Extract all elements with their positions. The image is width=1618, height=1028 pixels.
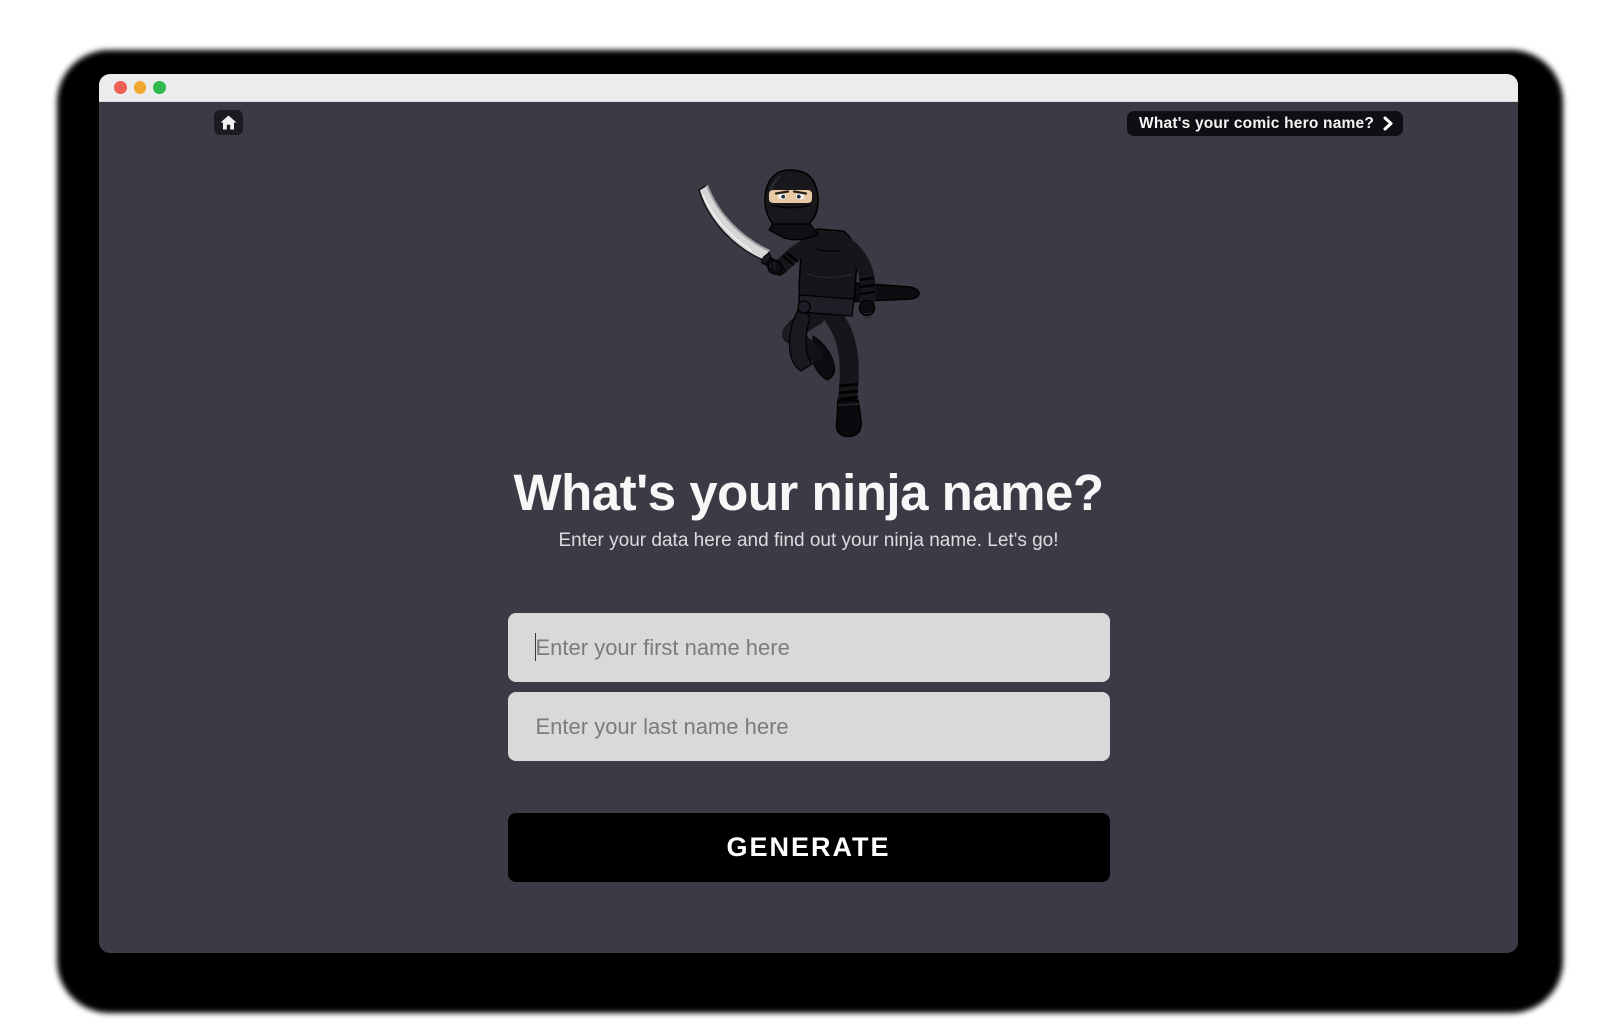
- page-subtitle: Enter your data here and find out your n…: [508, 527, 1110, 554]
- comic-hero-link[interactable]: What's your comic hero name?: [1127, 111, 1403, 136]
- zoom-window-button[interactable]: [153, 81, 166, 94]
- chevron-right-icon: [1383, 116, 1393, 131]
- browser-window: What's your comic hero name?: [99, 74, 1518, 953]
- home-button[interactable]: [214, 110, 243, 135]
- window-titlebar: [99, 74, 1518, 102]
- generate-button[interactable]: GENERATE: [508, 813, 1110, 882]
- close-window-button[interactable]: [114, 81, 127, 94]
- text-caret: [535, 633, 537, 661]
- first-name-input[interactable]: [508, 613, 1110, 682]
- minimize-window-button[interactable]: [134, 81, 147, 94]
- ninja-illustration: [697, 168, 921, 440]
- desktop-background: What's your comic hero name?: [0, 0, 1618, 1028]
- page-content: What's your comic hero name?: [99, 102, 1518, 953]
- page-title: What's your ninja name?: [508, 460, 1110, 526]
- home-icon: [220, 115, 237, 130]
- last-name-input[interactable]: [508, 692, 1110, 761]
- ninja-name-form-section: What's your ninja name? Enter your data …: [508, 102, 1110, 882]
- comic-hero-link-label: What's your comic hero name?: [1139, 115, 1374, 133]
